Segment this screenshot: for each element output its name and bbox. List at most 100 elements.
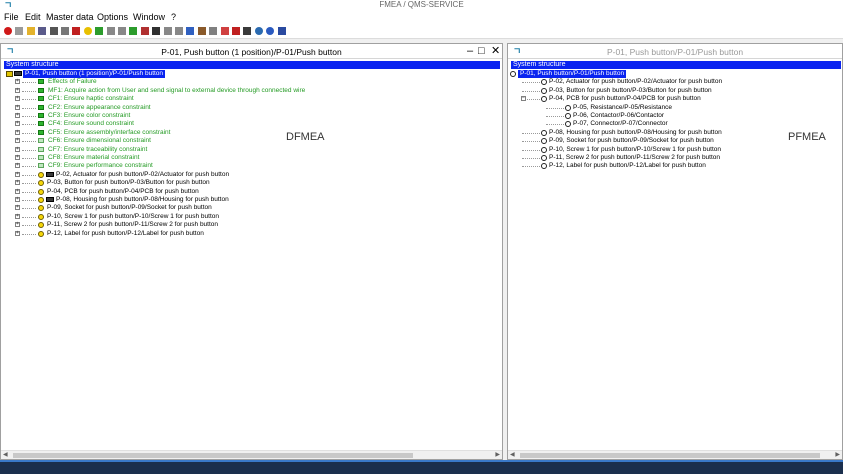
tree-item[interactable]: + CF5: Ensure assembly/interface constrai… xyxy=(15,129,495,137)
tree-item[interactable]: P-08, Housing for push button/P-08/Housi… xyxy=(522,129,822,137)
tree-item[interactable]: P-11, Screw 2 for push button/P-11/Screw… xyxy=(522,154,822,162)
menu-options[interactable]: Options xyxy=(97,12,128,23)
filter-icon[interactable] xyxy=(175,27,183,35)
tree-item-label: P-08, Housing for push button/P-08/Housi… xyxy=(549,128,722,136)
image-icon[interactable] xyxy=(209,27,218,35)
table-icon[interactable] xyxy=(118,27,126,35)
expand-toggle[interactable]: + xyxy=(15,197,20,202)
exit-icon[interactable] xyxy=(277,27,286,35)
tree-item[interactable]: P-09, Socket for push button/P-09/Socket… xyxy=(522,137,822,145)
expand-toggle[interactable]: + xyxy=(15,96,20,102)
save-icon[interactable] xyxy=(38,27,47,35)
tree-item[interactable]: + P-12, Label for push button/P-12/Label … xyxy=(15,230,495,238)
expand-toggle[interactable]: + xyxy=(15,163,20,169)
expand-toggle[interactable]: + xyxy=(15,87,20,93)
expand-toggle[interactable]: + xyxy=(15,146,20,152)
expand-toggle[interactable]: + xyxy=(15,138,20,144)
tree-item[interactable]: + CF9: Ensure performance constraint xyxy=(15,162,495,170)
cut-icon[interactable] xyxy=(61,27,69,35)
book-icon[interactable] xyxy=(197,27,206,35)
menu-help[interactable]: ? xyxy=(171,12,176,23)
tree-item[interactable]: P-03, Button for push button/P-03/Button… xyxy=(522,87,822,95)
tree-item[interactable]: P-10, Screw 1 for push button/P-10/Screw… xyxy=(522,146,822,154)
tools-icon[interactable] xyxy=(243,27,252,35)
tree-item[interactable]: + P-09, Socket for push button/P-09/Socke… xyxy=(15,204,495,212)
scroll-thumb[interactable] xyxy=(13,453,413,458)
menu-master-data[interactable]: Master data xyxy=(46,12,94,23)
tree-connector xyxy=(22,216,36,218)
scroll-right-icon[interactable]: ▶ xyxy=(495,451,500,460)
maximize-button[interactable]: □ xyxy=(478,45,485,57)
tree-item[interactable]: P-06, Contactor/P-06/Contactor xyxy=(546,112,843,120)
print-icon[interactable] xyxy=(49,27,58,35)
horizontal-scrollbar[interactable]: ◀ ▶ xyxy=(1,450,502,459)
tree-item[interactable]: P-07, Connector/P-07/Connector xyxy=(546,120,843,128)
tree-item[interactable]: + CF4: Ensure sound constraint xyxy=(15,120,495,128)
expand-toggle[interactable]: + xyxy=(15,213,20,219)
scroll-left-icon[interactable]: ◀ xyxy=(3,451,8,460)
grid-icon[interactable] xyxy=(95,27,104,35)
clock-icon[interactable] xyxy=(266,27,275,35)
stop-icon[interactable] xyxy=(4,27,12,35)
expand-toggle[interactable]: + xyxy=(15,104,20,110)
expand-toggle[interactable]: + xyxy=(15,188,20,194)
expand-toggle[interactable]: + xyxy=(15,205,20,211)
minimize-button[interactable]: – xyxy=(467,45,473,57)
tree-item[interactable]: P-02, Actuator for push button/P-02/Actu… xyxy=(522,78,822,86)
expand-toggle[interactable]: + xyxy=(15,79,20,85)
tree-root[interactable]: P-01, Push button/P-01/Push button xyxy=(510,70,830,78)
warning-icon[interactable] xyxy=(83,27,92,35)
dfmea-pane[interactable]: ㄱ P-01, Push button (1 position)/P-01/Pu… xyxy=(0,43,503,460)
form-icon[interactable] xyxy=(140,27,149,35)
tree-item[interactable]: + P-11, Screw 2 for push button/P-11/Scre… xyxy=(15,221,495,229)
alert-icon[interactable] xyxy=(220,27,229,35)
tree-item[interactable]: + CF8: Ensure material constraint xyxy=(15,154,495,162)
tree-item[interactable]: + P-03, Button for push button/P-03/Butto… xyxy=(15,179,495,187)
scroll-right-icon[interactable]: ▶ xyxy=(835,451,840,460)
doc-icon[interactable] xyxy=(163,27,172,35)
scroll-thumb[interactable] xyxy=(520,453,820,458)
tree-connector xyxy=(22,99,36,101)
expand-toggle[interactable]: + xyxy=(15,222,20,228)
open-icon[interactable] xyxy=(26,27,35,35)
pfmea-pane[interactable]: ㄱ P-01, Push button/P-01/Push button Sys… xyxy=(507,43,843,460)
expand-toggle[interactable]: + xyxy=(15,180,20,186)
tree-item[interactable]: + CF7: Ensure traceability constraint xyxy=(15,146,495,154)
tree-item[interactable]: P-05, Resistance/P-05/Resistance xyxy=(546,104,843,112)
tree-item[interactable]: + CF3: Ensure color constraint xyxy=(15,112,495,120)
globe-icon[interactable] xyxy=(254,27,263,35)
tree-item[interactable]: − P-04, PCB for push button/P-04/PCB for … xyxy=(521,95,822,103)
flag-icon[interactable] xyxy=(232,27,240,35)
tree-item[interactable]: + MF1: Acquire action from User and send … xyxy=(15,87,495,95)
layers-icon[interactable] xyxy=(152,27,161,35)
expand-toggle[interactable]: + xyxy=(15,155,20,160)
tree-item[interactable]: + CF2: Ensure appearance constraint xyxy=(15,104,495,112)
tree-item[interactable]: + P-10, Screw 1 for push button/P-10/Scre… xyxy=(15,213,495,221)
chart-icon[interactable] xyxy=(186,27,195,35)
expand-toggle[interactable]: − xyxy=(521,96,526,102)
tree-connector xyxy=(522,82,540,84)
tree-item[interactable]: + CF1: Ensure haptic constraint xyxy=(15,95,495,103)
tree-item[interactable]: + P-08, Housing for push button/P-08/Hous… xyxy=(15,196,495,204)
tree-icon[interactable] xyxy=(129,27,138,35)
tree-item[interactable]: + P-04, PCB for push button/P-04/PCB for … xyxy=(15,188,495,196)
expand-toggle[interactable]: + xyxy=(15,113,20,118)
scroll-left-icon[interactable]: ◀ xyxy=(510,451,515,460)
tree-item[interactable]: + Effects of Failure xyxy=(15,78,495,86)
menu-file[interactable]: File xyxy=(4,12,19,23)
list-icon[interactable] xyxy=(106,27,115,35)
tree-item[interactable]: P-12, Label for push button/P-12/Label f… xyxy=(522,162,822,170)
menu-window[interactable]: Window xyxy=(133,12,165,23)
tree-item[interactable]: + CF6: Ensure dimensional constraint xyxy=(15,137,495,145)
expand-toggle[interactable]: + xyxy=(15,230,20,236)
expand-toggle[interactable]: + xyxy=(15,121,20,127)
close-button[interactable]: ✕ xyxy=(491,45,500,57)
expand-toggle[interactable]: + xyxy=(15,129,20,135)
delete-icon[interactable] xyxy=(72,27,81,35)
new-icon[interactable] xyxy=(15,27,24,35)
expand-toggle[interactable]: + xyxy=(15,171,20,177)
menu-edit[interactable]: Edit xyxy=(25,12,41,23)
tree-item[interactable]: + P-02, Actuator for push button/P-02/Act… xyxy=(15,171,495,179)
tree-root[interactable]: P-01, Push button (1 position)/P-01/Push… xyxy=(6,70,496,78)
horizontal-scrollbar[interactable]: ◀ ▶ xyxy=(508,450,842,459)
